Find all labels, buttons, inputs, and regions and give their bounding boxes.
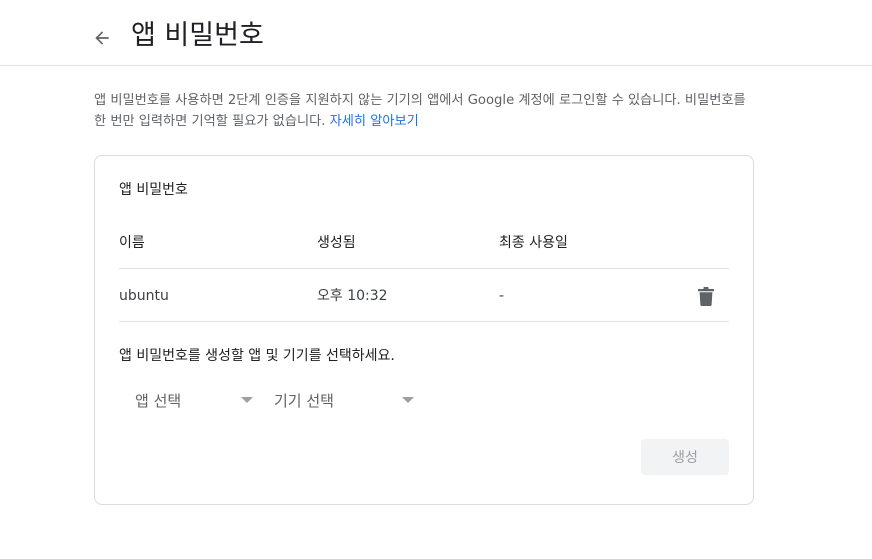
row-name: ubuntu [119, 288, 169, 304]
column-header-name: 이름 [119, 235, 145, 251]
trash-icon [698, 286, 714, 306]
device-select-label: 기기 선택 [274, 391, 334, 410]
select-prompt: 앱 비밀번호를 생성할 앱 및 기기를 선택하세요. [119, 348, 395, 364]
delete-button[interactable] [695, 284, 717, 308]
table-divider-top [119, 268, 729, 269]
card-title: 앱 비밀번호 [119, 182, 188, 198]
chevron-down-icon [241, 397, 253, 403]
table-divider-bottom [119, 321, 729, 322]
row-created: 오후 10:32 [317, 288, 388, 304]
description: 앱 비밀번호를 사용하면 2단계 인증을 지원하지 않는 기기의 앱에서 Goo… [94, 90, 759, 132]
back-button[interactable] [88, 24, 116, 52]
description-text: 앱 비밀번호를 사용하면 2단계 인증을 지원하지 않는 기기의 앱에서 Goo… [94, 93, 746, 129]
column-header-created: 생성됨 [317, 235, 356, 251]
chevron-down-icon [402, 397, 414, 403]
page-header: 앱 비밀번호 [0, 0, 872, 66]
learn-more-link[interactable]: 자세히 알아보기 [330, 114, 419, 129]
app-select-label: 앱 선택 [135, 391, 182, 410]
app-select-dropdown[interactable]: 앱 선택 [135, 385, 255, 415]
page-title: 앱 비밀번호 [131, 20, 264, 51]
row-last-used: - [499, 288, 505, 304]
generate-button[interactable]: 생성 [641, 439, 729, 475]
arrow-left-icon [95, 31, 109, 45]
device-select-dropdown[interactable]: 기기 선택 [274, 385, 416, 415]
column-header-last-used: 최종 사용일 [499, 235, 568, 251]
app-passwords-card: 앱 비밀번호 이름 생성됨 최종 사용일 ubuntu 오후 10:32 - 앱… [94, 155, 754, 505]
